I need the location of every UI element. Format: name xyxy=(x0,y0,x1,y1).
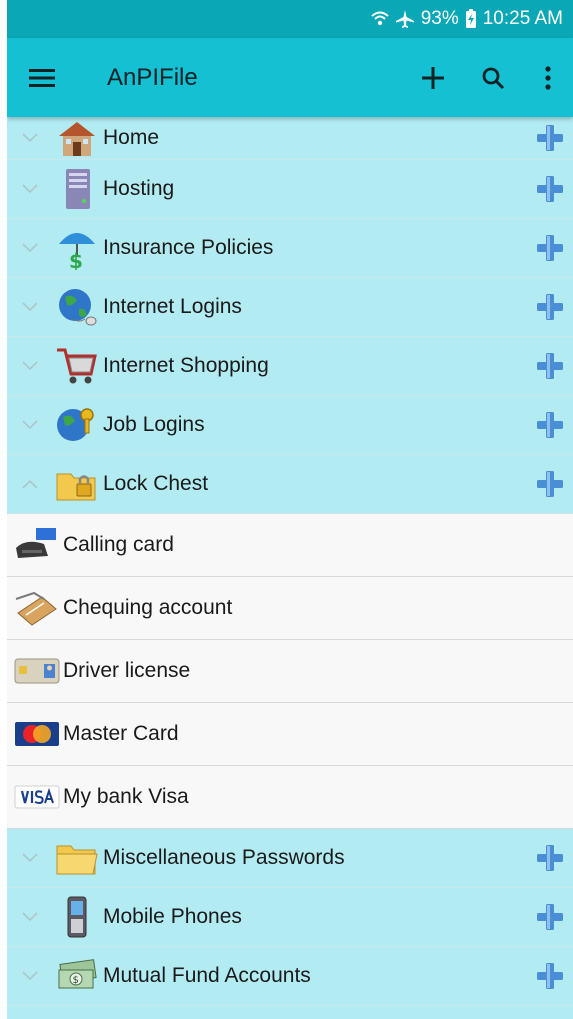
add-item-plus-icon[interactable] xyxy=(527,293,573,321)
app-title: AnPIFile xyxy=(107,63,198,91)
group-label: Home xyxy=(103,126,160,149)
group-row-insurance-policies[interactable]: $ Insurance Policies xyxy=(7,219,573,278)
group-label: Mobile Phones xyxy=(103,905,242,928)
wifi-icon xyxy=(371,10,389,28)
add-item-plus-icon[interactable] xyxy=(527,962,573,990)
add-item-plus-icon[interactable] xyxy=(527,470,573,498)
chevron-down-icon[interactable] xyxy=(7,420,53,430)
folder-icon xyxy=(53,836,101,880)
add-item-plus-icon[interactable] xyxy=(527,903,573,931)
group-row-home[interactable]: Home xyxy=(7,117,573,160)
globe-key-icon xyxy=(53,403,101,447)
svg-text:$: $ xyxy=(69,249,83,270)
telephone-card-icon xyxy=(13,525,61,565)
app-bar: AnPIFile xyxy=(7,38,573,117)
umbrella-money-icon: $ xyxy=(53,226,101,270)
clock: 10:25 AM xyxy=(482,8,563,29)
globe-mouse-icon xyxy=(53,285,101,329)
id-card-icon xyxy=(13,651,61,691)
group-row-internet-shopping[interactable]: Internet Shopping xyxy=(7,337,573,396)
server-icon xyxy=(53,167,101,211)
chevron-down-icon[interactable] xyxy=(7,302,53,312)
visa-icon xyxy=(13,777,61,817)
plus-icon xyxy=(422,66,444,89)
overflow-menu-button[interactable] xyxy=(523,38,573,117)
chevron-down-icon[interactable] xyxy=(7,184,53,194)
group-row-job-logins[interactable]: Job Logins xyxy=(7,396,573,455)
chevron-down-icon[interactable] xyxy=(7,361,53,371)
item-label: Driver license xyxy=(63,659,191,682)
group-label: Lock Chest xyxy=(103,472,209,495)
app-frame: 93% 10:25 AM AnPIFile Home Hosting $ Ins… xyxy=(7,0,573,1019)
search-icon xyxy=(482,67,505,89)
group-row-next[interactable] xyxy=(7,1006,573,1019)
item-label: Master Card xyxy=(63,722,179,745)
add-button[interactable] xyxy=(403,38,463,117)
group-label: Internet Shopping xyxy=(103,354,269,377)
mobile-phone-icon xyxy=(53,895,101,939)
more-vert-icon xyxy=(545,65,551,90)
group-label: Job Logins xyxy=(103,413,205,436)
list-item-chequing-account[interactable]: Chequing account xyxy=(7,577,573,640)
chevron-down-icon[interactable] xyxy=(7,912,53,922)
group-row-internet-logins[interactable]: Internet Logins xyxy=(7,278,573,337)
add-item-plus-icon[interactable] xyxy=(527,411,573,439)
svg-text:$: $ xyxy=(73,975,79,986)
group-label: Miscellaneous Passwords xyxy=(103,846,345,869)
group-row-lock-chest[interactable]: Lock Chest xyxy=(7,455,573,514)
add-item-plus-icon[interactable] xyxy=(527,234,573,262)
category-list: Home Hosting $ Insurance Policies Intern… xyxy=(7,117,573,1019)
search-button[interactable] xyxy=(463,38,523,117)
group-label: Internet Logins xyxy=(103,295,242,318)
group-row-mutual-fund-accounts[interactable]: $ Mutual Fund Accounts xyxy=(7,947,573,1006)
group-row-mobile-phones[interactable]: Mobile Phones xyxy=(7,888,573,947)
group-row-hosting[interactable]: Hosting xyxy=(7,160,573,219)
group-label: Mutual Fund Accounts xyxy=(103,964,311,987)
chevron-down-icon[interactable] xyxy=(7,971,53,981)
lock-folder-icon xyxy=(53,462,101,506)
add-item-plus-icon[interactable] xyxy=(527,175,573,203)
group-label: Hosting xyxy=(103,177,175,200)
mastercard-icon xyxy=(13,714,61,754)
list-item-calling-card[interactable]: Calling card xyxy=(7,514,573,577)
list-item-master-card[interactable]: Master Card xyxy=(7,703,573,766)
shopping-cart-icon xyxy=(53,344,101,388)
add-item-plus-icon[interactable] xyxy=(527,124,573,152)
add-item-plus-icon[interactable] xyxy=(527,352,573,380)
chevron-up-icon[interactable] xyxy=(7,479,53,489)
chevron-down-icon[interactable] xyxy=(7,243,53,253)
hamburger-icon[interactable] xyxy=(7,38,77,117)
group-label: Insurance Policies xyxy=(103,236,274,259)
item-label: Chequing account xyxy=(63,596,233,619)
battery-charging-icon xyxy=(465,9,477,29)
airplane-icon xyxy=(395,9,415,29)
chevron-down-icon[interactable] xyxy=(7,133,53,143)
money-icon: $ xyxy=(53,954,101,998)
group-row-miscellaneous-passwords[interactable]: Miscellaneous Passwords xyxy=(7,829,573,888)
list-item-my-bank-visa[interactable]: My bank Visa xyxy=(7,766,573,829)
list-item-driver-license[interactable]: Driver license xyxy=(7,640,573,703)
status-bar: 93% 10:25 AM xyxy=(7,0,573,38)
house-icon xyxy=(53,116,101,160)
add-item-plus-icon[interactable] xyxy=(527,844,573,872)
item-label: My bank Visa xyxy=(63,785,189,808)
battery-level: 93% xyxy=(420,8,459,29)
item-label: Calling card xyxy=(63,533,174,556)
cheque-icon xyxy=(13,588,61,628)
chevron-down-icon[interactable] xyxy=(7,853,53,863)
